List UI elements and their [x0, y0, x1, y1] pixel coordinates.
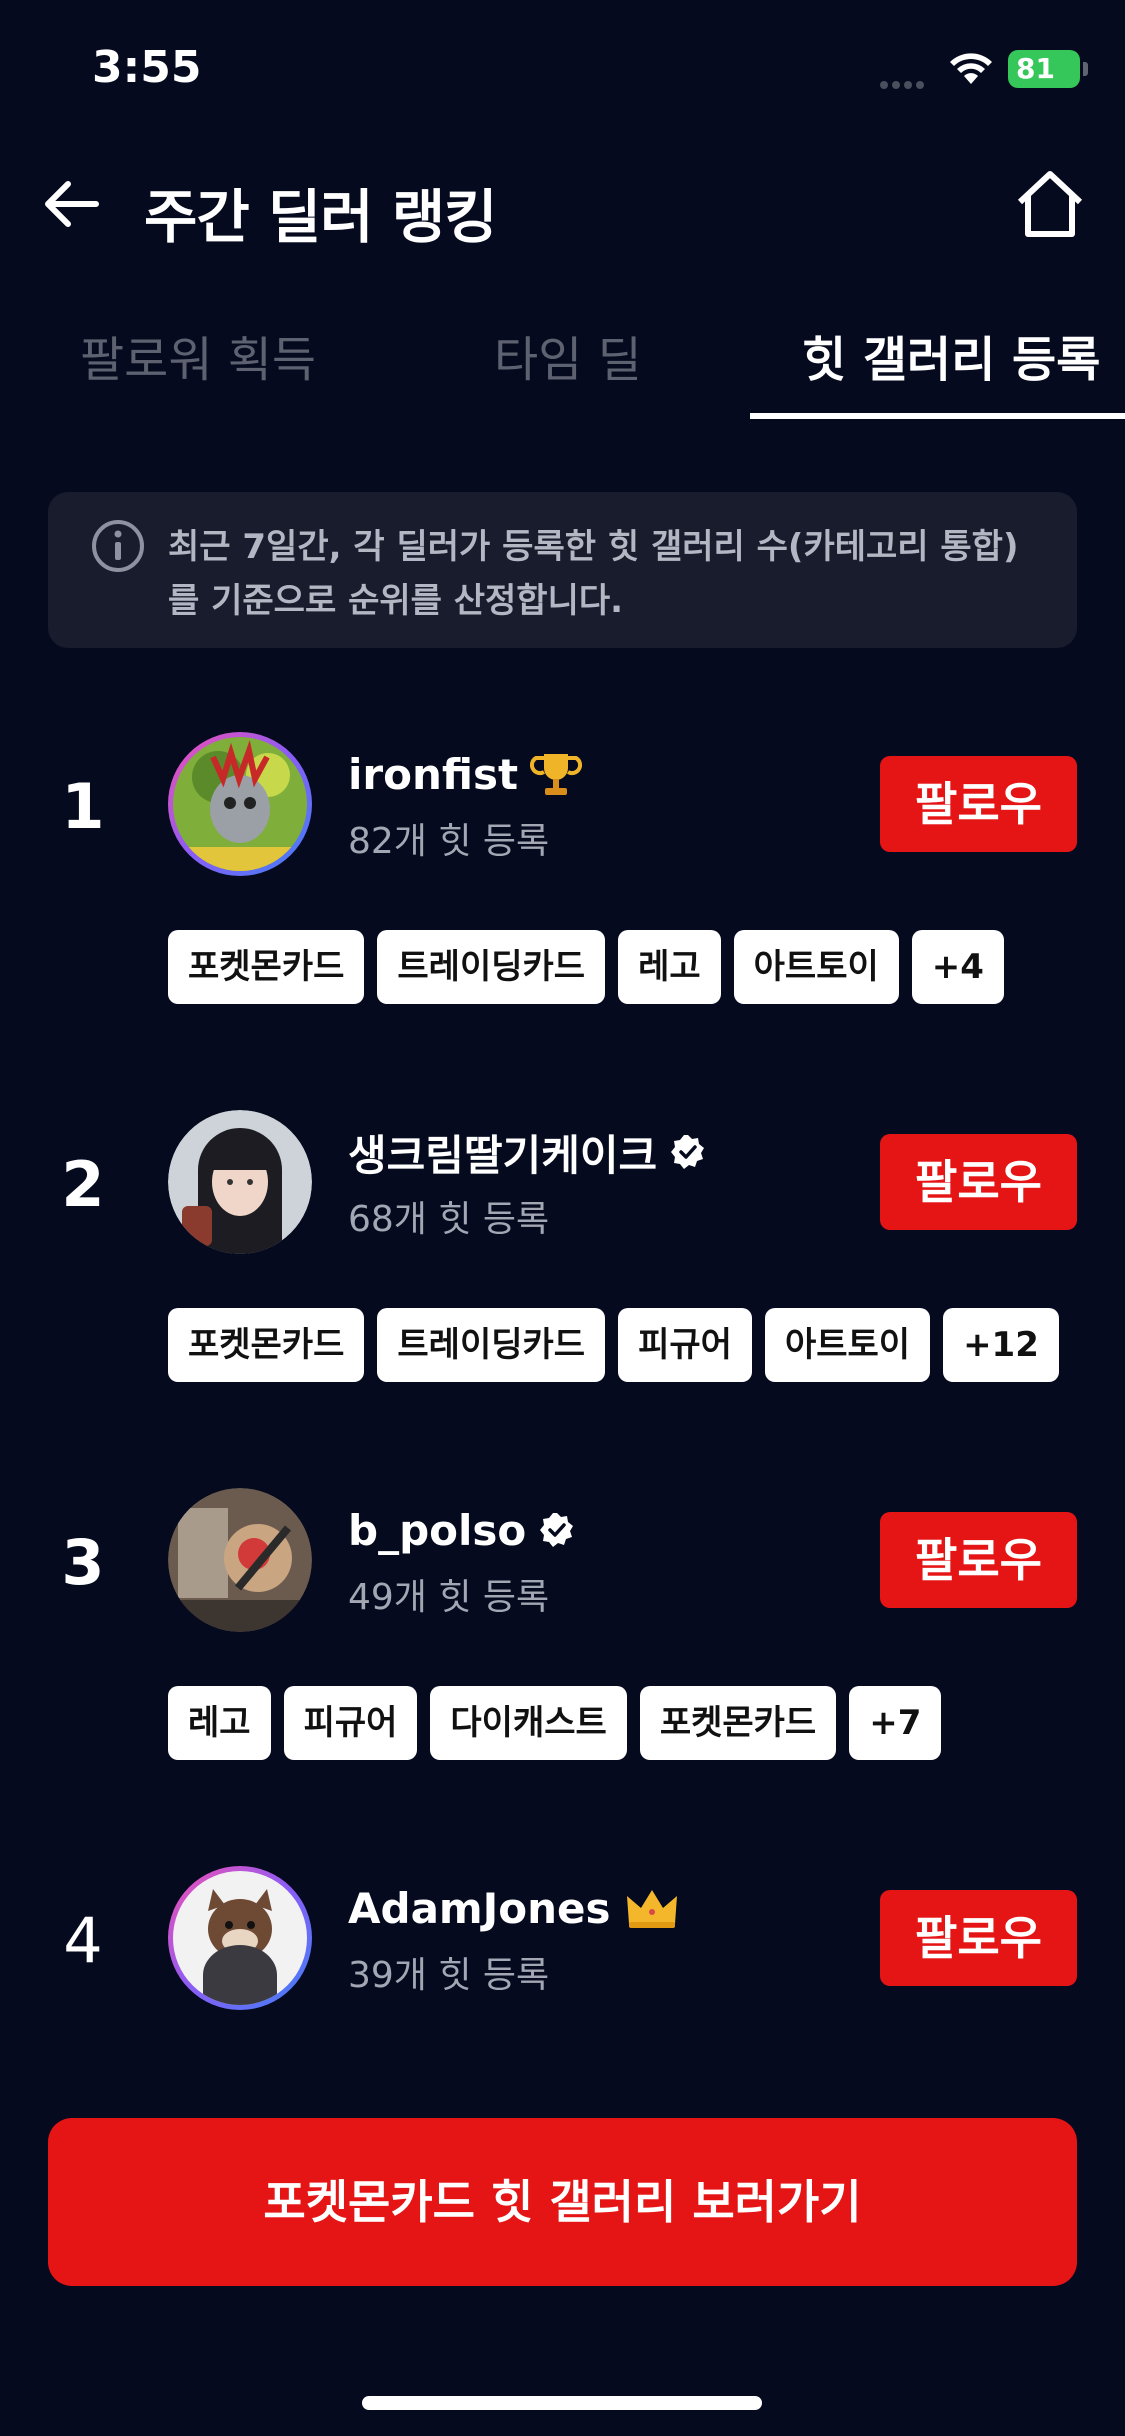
avatar[interactable]: [168, 1866, 312, 2010]
wifi-icon: [950, 53, 992, 84]
crown-icon: [626, 1890, 677, 1928]
user-name[interactable]: AdamJones: [348, 1884, 611, 1933]
more-tags-count[interactable]: +7: [849, 1686, 942, 1760]
tab-follower-gain[interactable]: 팔로워 획득: [80, 320, 316, 390]
user-name[interactable]: b_polso: [348, 1506, 526, 1555]
category-tags: 포켓몬카드 트레이딩카드 레고 아트토이 +4: [168, 930, 1004, 1004]
category-tag[interactable]: 포켓몬카드: [168, 1308, 365, 1382]
more-tags-count[interactable]: +4: [911, 930, 1004, 1004]
follow-button[interactable]: 팔로우: [880, 756, 1077, 852]
avatar[interactable]: [168, 732, 312, 876]
hit-count: 39개 힛 등록: [348, 1955, 550, 1996]
follow-button[interactable]: 팔로우: [880, 1890, 1077, 1986]
trophy-icon: [530, 754, 583, 795]
verified-icon: [671, 1135, 705, 1169]
rank-number: 4: [63, 1904, 103, 1977]
battery-icon: 81: [1008, 50, 1088, 88]
category-tag[interactable]: 다이캐스트: [430, 1686, 627, 1760]
page-title: 주간 딜러 랭킹: [144, 183, 498, 251]
ranking-item: 3 b_polso 49개 힛 등록 팔로우 레고 피규어 다이캐스트 포켓몬카…: [0, 1456, 1125, 1834]
ranking-item: 2 생크림딸기케이크 68개 힛 등록 팔로우 포켓몬카드 트레이딩카드 피규어…: [0, 1078, 1125, 1456]
header: 주간 딜러 랭킹: [0, 140, 1125, 270]
follow-button[interactable]: 팔로우: [880, 1512, 1077, 1608]
category-tags: 포켓몬카드 트레이딩카드 피규어 아트토이 +12: [168, 1308, 1059, 1382]
active-tab-indicator: [750, 413, 1125, 419]
back-arrow-icon[interactable]: [36, 168, 108, 240]
battery-level: 81: [1016, 52, 1055, 85]
user-name-row: 생크림딸기케이크: [348, 1122, 707, 1182]
status-time: 3:55: [92, 42, 202, 93]
status-bar: 3:55 81: [0, 0, 1125, 140]
category-tags: 레고 피규어 다이캐스트 포켓몬카드 +7: [168, 1686, 942, 1760]
tab-time-deal[interactable]: 타임 딜: [494, 320, 642, 390]
ranking-list: 1 ironfist 82개 힛 등록 팔로우 포켓몬카드 트레이딩카드 레고 …: [0, 700, 1125, 2070]
screen: 3:55 81 주간 딜러 랭킹 팔로워 획득 타임 딜 힛 갤러리 등록 최근…: [0, 0, 1125, 2436]
category-tag[interactable]: 피규어: [618, 1308, 752, 1382]
avatar[interactable]: [168, 1110, 312, 1254]
tab-hit-gallery[interactable]: 힛 갤러리 등록: [802, 320, 1100, 390]
user-name-row: AdamJones: [348, 1878, 681, 1938]
category-tag[interactable]: 포켓몬카드: [168, 930, 365, 1004]
hit-count: 49개 힛 등록: [348, 1577, 550, 1618]
category-tag[interactable]: 레고: [168, 1686, 271, 1760]
category-tag[interactable]: 아트토이: [764, 1308, 931, 1382]
cellular-signal-icon: [880, 74, 936, 89]
user-name-row: ironfist: [348, 744, 583, 804]
hit-count: 82개 힛 등록: [348, 821, 550, 862]
user-name[interactable]: 생크림딸기케이크: [348, 1122, 657, 1183]
view-hit-gallery-button[interactable]: 포켓몬카드 힛 갤러리 보러가기: [48, 2118, 1077, 2286]
category-tag[interactable]: 피규어: [283, 1686, 418, 1760]
info-text: 최근 7일간, 각 딜러가 등록한 힛 갤러리 수(카테고리 통합)를 기준으로…: [168, 527, 1019, 621]
rank-number: 2: [61, 1148, 105, 1221]
category-tag[interactable]: 트레이딩카드: [377, 1308, 606, 1382]
rank-number: 3: [61, 1526, 105, 1599]
home-indicator: [362, 2396, 762, 2410]
follow-button[interactable]: 팔로우: [880, 1134, 1077, 1230]
more-tags-count[interactable]: +12: [943, 1308, 1059, 1382]
hit-count: 68개 힛 등록: [348, 1199, 550, 1240]
verified-icon: [540, 1513, 574, 1547]
ranking-item: 1 ironfist 82개 힛 등록 팔로우 포켓몬카드 트레이딩카드 레고 …: [0, 700, 1125, 1078]
category-tag[interactable]: 아트토이: [733, 930, 899, 1004]
info-notice: 최근 7일간, 각 딜러가 등록한 힛 갤러리 수(카테고리 통합)를 기준으로…: [48, 492, 1077, 648]
tab-bar: 팔로워 획득 타임 딜 힛 갤러리 등록: [0, 300, 1125, 420]
info-icon: [92, 520, 144, 572]
avatar[interactable]: [168, 1488, 312, 1632]
user-name-row: b_polso: [348, 1500, 576, 1560]
category-tag[interactable]: 레고: [618, 930, 721, 1004]
user-name[interactable]: ironfist: [348, 750, 518, 799]
ranking-item: 4 AdamJones 39개 힛 등록 팔로우: [0, 1834, 1125, 2070]
home-icon[interactable]: [1012, 168, 1088, 240]
category-tag[interactable]: 트레이딩카드: [377, 930, 606, 1004]
rank-number: 1: [61, 770, 105, 843]
category-tag[interactable]: 포켓몬카드: [639, 1686, 837, 1760]
